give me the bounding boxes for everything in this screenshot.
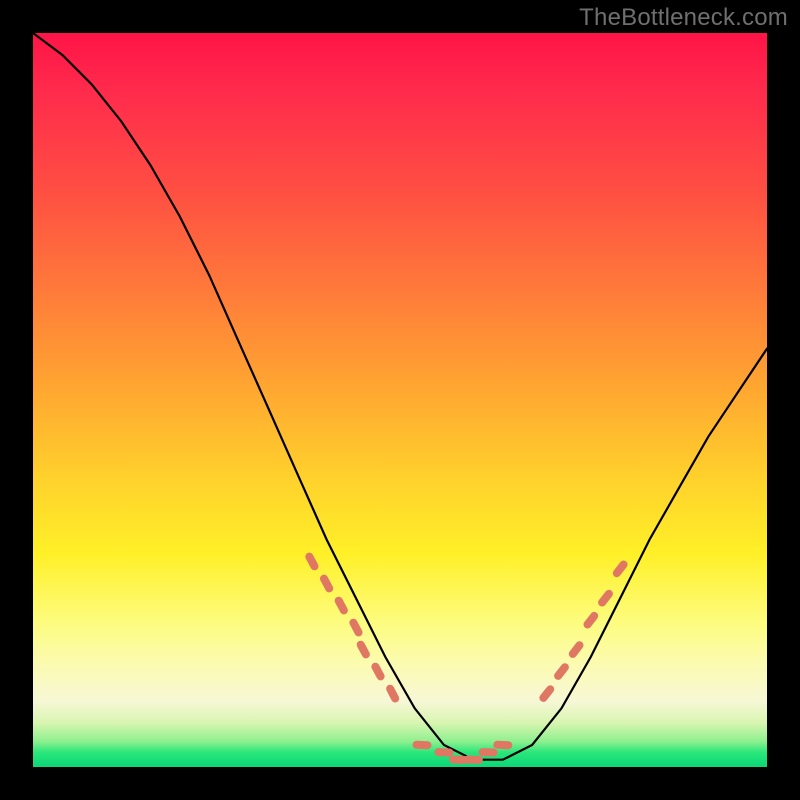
curve-marker [375,667,380,677]
bottleneck-curve-svg [33,33,767,767]
bottleneck-curve [33,33,767,760]
curve-marker [324,579,329,589]
curve-marker [588,616,595,625]
curve-marker [558,667,565,676]
curve-group [33,33,767,760]
curve-marker [390,689,395,699]
curve-marker [361,645,366,655]
curve-marker [543,689,550,698]
watermark-text: TheBottleneck.com [579,4,788,32]
marker-layer [309,557,623,760]
curve-marker [617,565,624,574]
chart-frame: TheBottleneck.com [0,0,800,800]
plot-area [33,33,767,767]
curve-marker [309,557,314,567]
curve-marker [353,623,358,633]
curve-marker [339,601,344,611]
curve-marker [573,645,580,654]
curve-marker [602,594,609,603]
